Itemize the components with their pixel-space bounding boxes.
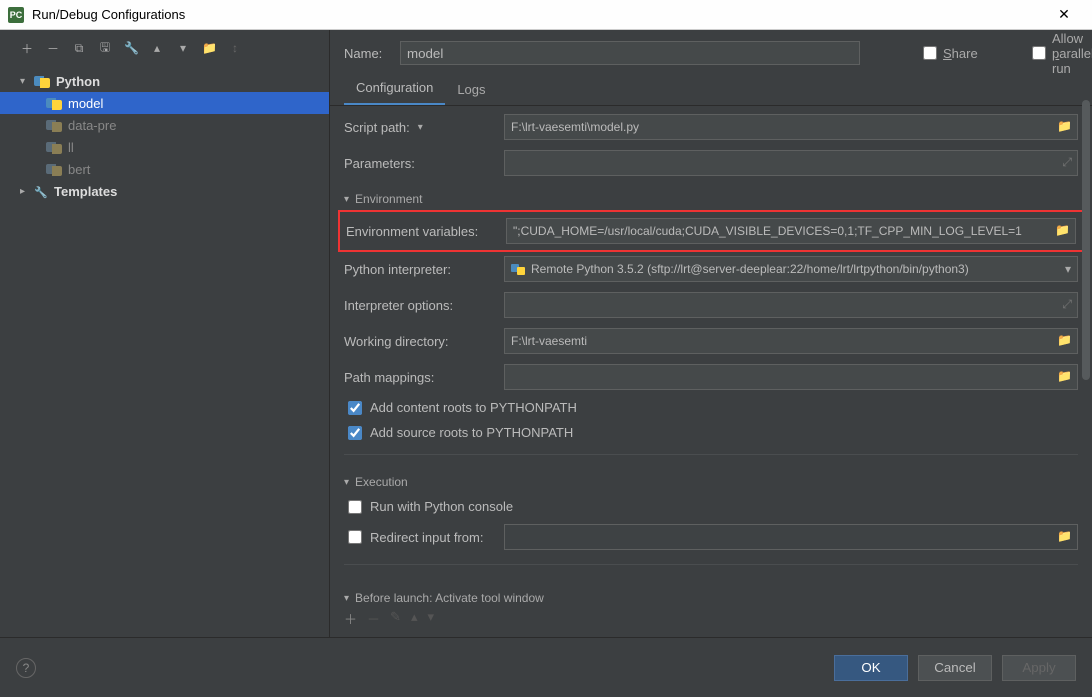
workdir-label: Working directory: <box>344 334 504 349</box>
config-toolbar: ＋ － ⧉ 🖫 🔧 ▴ ▾ 📁 ↕ <box>0 30 329 66</box>
chevron-down-icon: ▾ <box>344 477 349 488</box>
share-checkbox[interactable]: SSharehare <box>923 46 969 61</box>
launch-toolbar: ＋ － ✎ ▴ ▾ <box>344 605 1078 632</box>
interpreter-opts-label: Interpreter options: <box>344 298 504 313</box>
cancel-button[interactable]: Cancel <box>918 655 992 681</box>
remove-icon[interactable]: － <box>46 40 60 57</box>
move-down-icon[interactable]: ▾ <box>176 41 190 55</box>
tree-item-model[interactable]: model <box>0 92 329 114</box>
save-icon[interactable]: 🖫 <box>98 38 112 59</box>
expand-icon[interactable]: ⤢ <box>1062 155 1072 170</box>
pathmap-input[interactable] <box>504 364 1078 390</box>
highlight-box: Environment variables: 📁 <box>338 210 1084 252</box>
app-icon: PC <box>8 7 24 23</box>
sidebar: ＋ － ⧉ 🖫 🔧 ▴ ▾ 📁 ↕ ▾ Python model data-pr… <box>0 30 330 637</box>
tree-label: ll <box>68 140 74 155</box>
redirect-checkbox[interactable]: Redirect input from: <box>344 530 504 545</box>
python-icon <box>46 118 62 132</box>
redirect-input[interactable] <box>504 524 1078 550</box>
env-vars-label: Environment variables: <box>346 224 506 239</box>
content-roots-checkbox[interactable]: Add content roots to PYTHONPATH <box>344 400 1078 415</box>
before-launch-section[interactable]: ▾Before launch: Activate tool window <box>344 585 1078 605</box>
python-icon <box>46 140 62 154</box>
script-path-label[interactable]: Script path: <box>344 120 504 135</box>
browse-icon[interactable]: 📁 <box>1057 369 1072 383</box>
remove-icon[interactable]: － <box>367 609 380 628</box>
browse-icon[interactable]: 📁 <box>1057 119 1072 133</box>
workdir-input[interactable] <box>504 328 1078 354</box>
parameters-label: Parameters: <box>344 156 504 171</box>
tab-logs[interactable]: Logs <box>445 76 497 105</box>
browse-icon[interactable]: 📁 <box>1057 333 1072 347</box>
interpreter-label: Python interpreter: <box>344 262 504 277</box>
tree-node-templates[interactable]: ▸ Templates <box>0 180 329 202</box>
tree-item-bert[interactable]: bert <box>0 158 329 180</box>
name-label: Name: <box>344 46 390 61</box>
python-icon <box>46 162 62 176</box>
browse-icon[interactable]: 📁 <box>1057 529 1072 543</box>
config-panel: Name: SSharehare Allow parallel run Conf… <box>330 30 1092 637</box>
environment-section[interactable]: ▾Environment <box>344 186 1078 206</box>
interpreter-opts-input[interactable] <box>504 292 1078 318</box>
tab-configuration[interactable]: Configuration <box>344 74 445 105</box>
pathmap-label: Path mappings: <box>344 370 504 385</box>
name-input[interactable] <box>400 41 860 65</box>
move-up-icon[interactable]: ▴ <box>150 41 164 55</box>
browse-icon[interactable]: 📁 <box>1055 223 1070 237</box>
move-up-icon[interactable]: ▴ <box>411 609 418 628</box>
titlebar: PC Run/Debug Configurations ✕ <box>0 0 1092 30</box>
tree-item-data-pre[interactable]: data-pre <box>0 114 329 136</box>
interpreter-select[interactable]: Remote Python 3.5.2 (sftp://lrt@server-d… <box>504 256 1078 282</box>
apply-button[interactable]: Apply <box>1002 655 1076 681</box>
source-roots-checkbox[interactable]: Add source roots to PYTHONPATH <box>344 425 1078 440</box>
expand-icon[interactable]: ⤢ <box>1062 297 1072 312</box>
run-console-checkbox[interactable]: Run with Python console <box>344 499 1078 514</box>
tree-node-python[interactable]: ▾ Python <box>0 70 329 92</box>
tree-label: bert <box>68 162 90 177</box>
chevron-down-icon: ▾ <box>1065 262 1071 276</box>
move-down-icon[interactable]: ▾ <box>427 609 434 628</box>
help-icon[interactable]: ? <box>16 658 36 678</box>
env-vars-input[interactable] <box>506 218 1076 244</box>
chevron-down-icon: ▾ <box>344 593 349 604</box>
python-icon <box>511 263 525 275</box>
wrench-icon <box>34 184 50 199</box>
chevron-right-icon: ▸ <box>20 186 34 197</box>
window-title: Run/Debug Configurations <box>32 7 185 22</box>
tree-label: data-pre <box>68 118 116 133</box>
tree-label: model <box>68 96 103 111</box>
chevron-down-icon: ▾ <box>344 194 349 205</box>
scrollbar[interactable] <box>1082 100 1090 620</box>
tree-label: Templates <box>54 184 117 199</box>
python-icon <box>46 96 62 110</box>
wrench-icon[interactable]: 🔧 <box>124 41 138 55</box>
python-icon <box>34 74 50 88</box>
parameters-input[interactable] <box>504 150 1078 176</box>
sort-icon[interactable]: ↕ <box>228 41 242 55</box>
execution-section[interactable]: ▾Execution <box>344 469 1078 489</box>
chevron-down-icon: ▾ <box>20 76 34 87</box>
interpreter-value: Remote Python 3.5.2 (sftp://lrt@server-d… <box>531 262 1059 276</box>
tab-bar: Configuration Logs <box>330 66 1092 106</box>
close-icon[interactable]: ✕ <box>1044 6 1084 23</box>
tree-item-ll[interactable]: ll <box>0 136 329 158</box>
folder-icon[interactable]: 📁 <box>202 41 216 55</box>
edit-icon[interactable]: ✎ <box>390 609 401 628</box>
config-tree: ▾ Python model data-pre ll bert ▸ <box>0 66 329 637</box>
add-icon[interactable]: ＋ <box>20 40 34 57</box>
add-icon[interactable]: ＋ <box>344 609 357 628</box>
tree-label: Python <box>56 74 100 89</box>
copy-icon[interactable]: ⧉ <box>72 41 86 56</box>
ok-button[interactable]: OK <box>834 655 908 681</box>
dialog-footer: ? OK Cancel Apply <box>0 637 1092 697</box>
script-path-input[interactable] <box>504 114 1078 140</box>
